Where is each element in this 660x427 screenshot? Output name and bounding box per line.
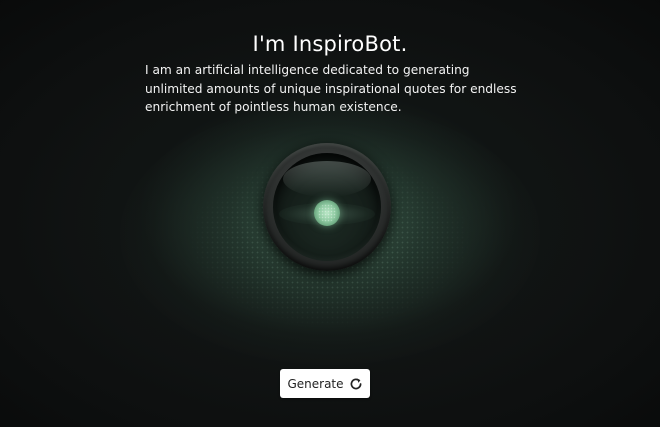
robot-eye-icon xyxy=(263,143,391,271)
page-title: I'm InspiroBot. xyxy=(252,32,408,56)
pupil-texture xyxy=(318,204,336,222)
page: I'm InspiroBot. I am an artificial intel… xyxy=(0,0,660,427)
generate-button[interactable]: Generate xyxy=(280,369,370,398)
generate-button-label: Generate xyxy=(287,376,344,391)
lens-reflection xyxy=(283,161,371,197)
refresh-icon xyxy=(349,377,363,391)
robot-pupil xyxy=(314,200,340,226)
robot-eye-lens xyxy=(273,153,381,261)
